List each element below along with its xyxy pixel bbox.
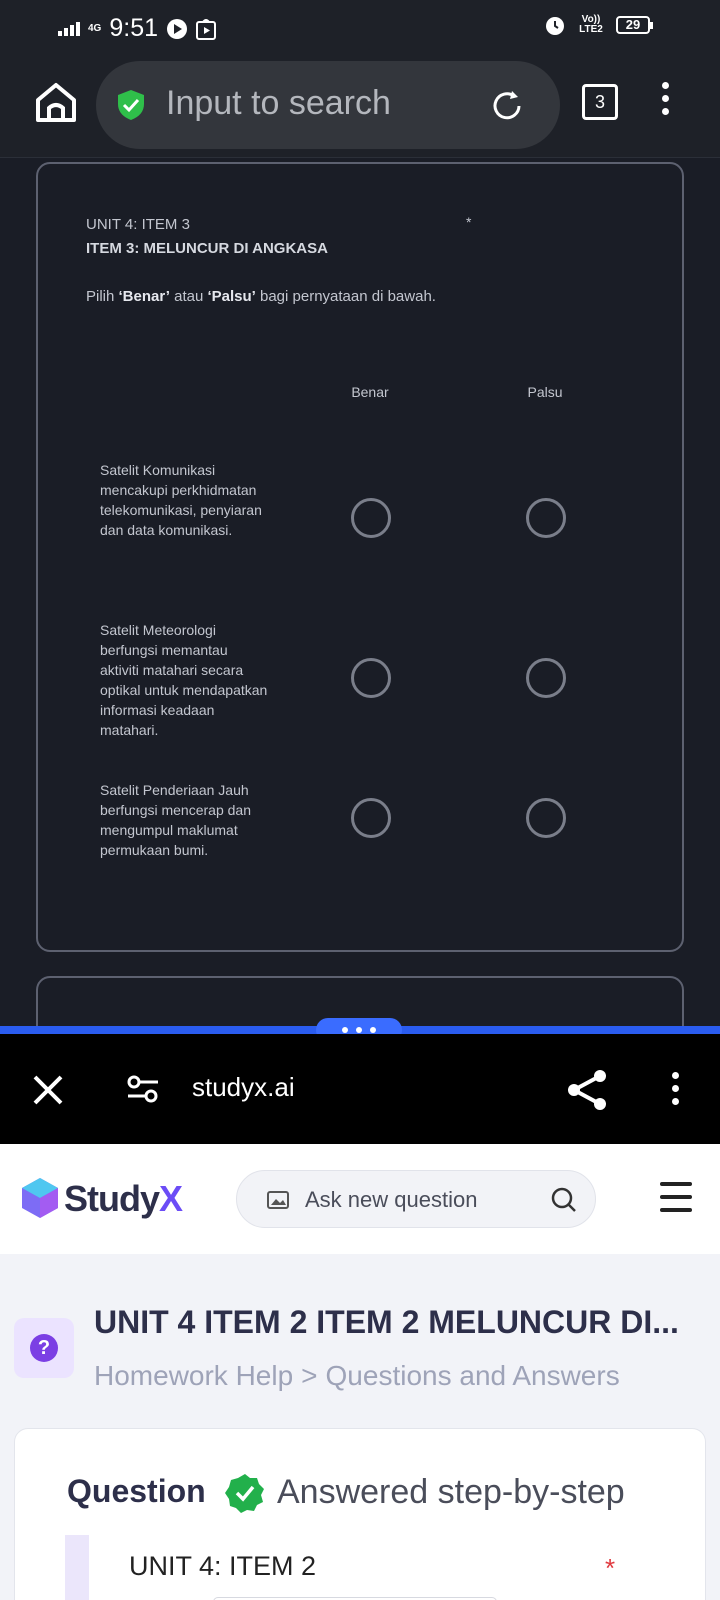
breadcrumb-homework-help[interactable]: Homework Help xyxy=(94,1360,293,1391)
quoted-question-label: UNIT 4: ITEM 2 xyxy=(129,1551,317,1581)
radio-row2-palsu[interactable] xyxy=(526,658,566,698)
breadcrumb-questions-answers[interactable]: Questions and Answers xyxy=(326,1360,620,1391)
question-icon: ? xyxy=(14,1318,74,1378)
clock: 9:51 xyxy=(109,14,159,42)
question-card: UNIT 4: ITEM 3 * ITEM 3: MELUNCUR DI ANG… xyxy=(36,162,684,952)
site-settings-icon[interactable] xyxy=(126,1074,160,1104)
volte-indicator: Vo)) LTE2 xyxy=(579,14,603,35)
battery-icon: 29 xyxy=(616,16,653,34)
browser-toolbar: Input to search 3 xyxy=(0,58,720,158)
answered-status: Answered step-by-step xyxy=(277,1473,625,1511)
network-type: 4G xyxy=(88,22,102,34)
verified-check-icon xyxy=(225,1474,264,1513)
page-title: UNIT 4 ITEM 2 ITEM 2 MELUNCUR DI... xyxy=(94,1304,679,1340)
more-options-icon[interactable] xyxy=(668,1072,682,1112)
question-instruction: Pilih ‘Benar’ atau ‘Palsu’ bagi pernyata… xyxy=(86,288,436,305)
screen: 4G 9:51 Vo)) LTE2 29 Input to search 3 U… xyxy=(0,0,720,1600)
question-card: Question Answered step-by-step UNIT 4: I… xyxy=(14,1428,706,1600)
play-store-icon xyxy=(196,18,217,40)
search-placeholder: Ask new question xyxy=(305,1187,478,1212)
more-options-icon[interactable] xyxy=(650,82,680,122)
radio-row1-palsu[interactable] xyxy=(526,498,566,538)
address-bar-placeholder: Input to search xyxy=(166,84,391,122)
question-heading: Question xyxy=(67,1473,206,1509)
hamburger-menu-icon[interactable] xyxy=(660,1182,692,1212)
column-header-palsu: Palsu xyxy=(527,384,563,400)
quote-bar xyxy=(65,1535,89,1600)
grid-row-label: Satelit Penderiaan Jauh berfungsi mencer… xyxy=(100,782,251,858)
security-shield-icon xyxy=(118,90,144,120)
signal-icon xyxy=(58,21,80,36)
studyx-logo-icon[interactable] xyxy=(20,1176,60,1220)
question-title: ITEM 3: MELUNCUR DI ANGKASA xyxy=(86,240,328,257)
status-left: 4G 9:51 xyxy=(58,14,217,43)
mini-browser-url[interactable]: studyx.ai xyxy=(192,1072,295,1103)
studyx-logo-text[interactable]: StudyX xyxy=(64,1178,183,1220)
radio-row3-palsu[interactable] xyxy=(526,798,566,838)
studyx-content: ? UNIT 4 ITEM 2 ITEM 2 MELUNCUR DI... Ho… xyxy=(0,1254,720,1600)
breadcrumb-separator: > xyxy=(301,1360,318,1391)
radio-row1-benar[interactable] xyxy=(351,498,391,538)
studyx-header: StudyX Ask new question xyxy=(0,1144,720,1254)
ask-question-search[interactable]: Ask new question xyxy=(236,1170,596,1228)
mini-browser-bar: studyx.ai xyxy=(0,1034,720,1144)
home-icon[interactable] xyxy=(34,80,78,124)
address-bar[interactable]: Input to search xyxy=(96,61,560,149)
grid-row-label: Satelit Komunikasi mencakupi perkhidmata… xyxy=(100,462,262,538)
radio-row3-benar[interactable] xyxy=(351,798,391,838)
grid-row-label: Satelit Meteorologi berfungsi memantau a… xyxy=(100,622,268,738)
question-label: UNIT 4: ITEM 3 xyxy=(86,216,190,233)
breadcrumb: Homework Help > Questions and Answers xyxy=(94,1360,620,1392)
image-upload-icon[interactable] xyxy=(267,1191,289,1209)
alarm-icon xyxy=(546,17,564,35)
radio-row2-benar[interactable] xyxy=(351,658,391,698)
column-header-benar: Benar xyxy=(351,384,389,400)
share-icon[interactable] xyxy=(566,1068,610,1112)
tab-switcher-button[interactable]: 3 xyxy=(582,84,618,120)
status-bar: 4G 9:51 Vo)) LTE2 29 xyxy=(0,0,720,58)
youtube-icon xyxy=(167,18,188,39)
close-icon[interactable] xyxy=(30,1072,66,1108)
search-icon[interactable] xyxy=(551,1187,577,1213)
status-right: Vo)) LTE2 29 xyxy=(544,14,653,36)
reload-icon[interactable] xyxy=(488,87,526,125)
required-marker: * xyxy=(605,1553,616,1583)
required-marker: * xyxy=(466,214,472,230)
